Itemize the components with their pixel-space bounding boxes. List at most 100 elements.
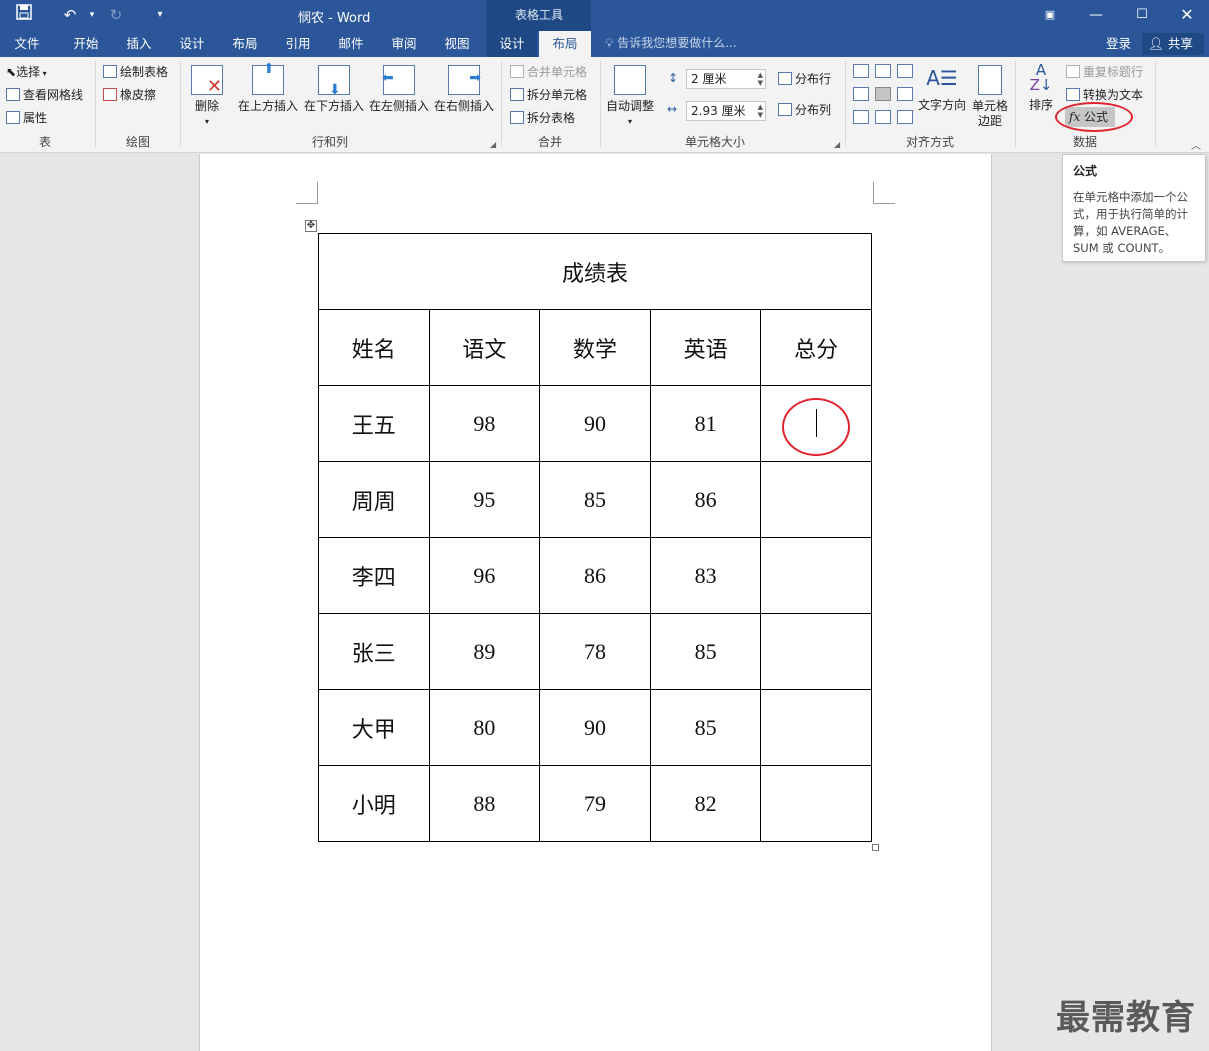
- header-cell[interactable]: 数学: [539, 309, 651, 386]
- total-cell[interactable]: [760, 613, 872, 690]
- align-center-icon[interactable]: [875, 87, 891, 101]
- score-cell[interactable]: 86: [539, 537, 651, 614]
- align-bottom-left-icon[interactable]: [853, 110, 869, 124]
- table-title[interactable]: 成绩表: [318, 233, 872, 310]
- align-top-left-icon[interactable]: [853, 64, 869, 78]
- draw-table-button[interactable]: 绘制表格: [103, 62, 168, 82]
- score-cell[interactable]: 95: [428, 461, 541, 538]
- sign-in-link[interactable]: 登录: [1106, 31, 1131, 56]
- undo-dropdown-icon[interactable]: ▾: [80, 4, 104, 26]
- header-cell[interactable]: 语文: [428, 309, 541, 386]
- redo-icon[interactable]: ↻: [104, 4, 128, 26]
- total-cell[interactable]: [760, 765, 872, 842]
- total-cell[interactable]: [760, 537, 872, 614]
- name-cell[interactable]: 张三: [318, 613, 430, 690]
- spinner-arrows-icon[interactable]: ▲ ▼: [758, 71, 763, 87]
- split-cells-button[interactable]: 拆分单元格: [510, 85, 587, 105]
- ribbon-display-options-icon[interactable]: ▣: [1027, 0, 1073, 30]
- close-icon[interactable]: ✕: [1164, 0, 1209, 30]
- header-cell[interactable]: 总分: [760, 309, 872, 386]
- align-top-center-icon[interactable]: [875, 64, 891, 78]
- distribute-columns-button[interactable]: 分布列: [778, 100, 831, 120]
- group-label-rows-columns: 行和列: [311, 135, 348, 149]
- score-cell[interactable]: 86: [649, 461, 762, 538]
- insert-right-button[interactable]: ➡ 在右侧插入: [432, 65, 496, 114]
- tell-me-box[interactable]: 💡︎ 告诉我您想要做什么...: [605, 31, 737, 57]
- score-cell[interactable]: 81: [649, 385, 762, 462]
- rows-columns-launcher-icon[interactable]: ◢: [490, 140, 496, 149]
- align-center-right-icon[interactable]: [897, 87, 913, 101]
- score-cell[interactable]: 90: [539, 385, 651, 462]
- name-cell[interactable]: 小明: [318, 765, 430, 842]
- header-cell[interactable]: 英语: [649, 309, 762, 386]
- minimize-icon[interactable]: —: [1073, 0, 1119, 30]
- view-gridlines-button[interactable]: 查看网格线: [6, 85, 83, 105]
- table-resize-handle-icon[interactable]: [872, 844, 879, 851]
- name-cell[interactable]: 李四: [318, 537, 430, 614]
- tab-insert[interactable]: 插入: [113, 31, 165, 57]
- column-width-input[interactable]: 2.93 厘米 ▲ ▼: [686, 101, 766, 121]
- table-move-handle-icon[interactable]: ✥: [305, 220, 317, 232]
- tab-view[interactable]: 视图: [431, 31, 483, 57]
- text-direction-button[interactable]: A☰ 文字方向: [917, 63, 967, 113]
- tab-mailings[interactable]: 邮件: [325, 31, 377, 57]
- save-icon[interactable]: [12, 4, 36, 26]
- name-cell[interactable]: 大甲: [318, 689, 430, 766]
- tab-references[interactable]: 引用: [272, 31, 324, 57]
- tab-table-design[interactable]: 设计: [487, 31, 537, 57]
- header-cell[interactable]: 姓名: [318, 309, 430, 386]
- repeat-header-rows-button[interactable]: 重复标题行: [1066, 62, 1143, 82]
- tab-design[interactable]: 设计: [166, 31, 218, 57]
- delete-button[interactable]: ✕ 删除 ▾: [186, 65, 228, 129]
- total-cell[interactable]: [760, 461, 872, 538]
- score-cell[interactable]: 98: [428, 385, 541, 462]
- row-height-input[interactable]: 2 厘米 ▲ ▼: [686, 69, 766, 89]
- align-center-left-icon[interactable]: [853, 87, 869, 101]
- score-cell[interactable]: 85: [649, 613, 762, 690]
- select-button[interactable]: ⬉选择 ▾: [6, 62, 47, 82]
- distribute-rows-button[interactable]: 分布行: [778, 69, 831, 89]
- insert-left-button[interactable]: ⬅ 在左侧插入: [367, 65, 431, 114]
- score-cell[interactable]: 89: [428, 613, 541, 690]
- align-bottom-center-icon[interactable]: [875, 110, 891, 124]
- cell-margins-button[interactable]: 单元格 边距: [968, 65, 1012, 129]
- score-cell[interactable]: 82: [649, 765, 762, 842]
- score-cell[interactable]: 83: [649, 537, 762, 614]
- total-cell[interactable]: [760, 689, 872, 766]
- tab-home[interactable]: 开始: [60, 31, 112, 57]
- formula-tooltip: 公式 在单元格中添加一个公式，用于执行简单的计算，如 AVERAGE、SUM 或…: [1062, 154, 1206, 262]
- score-cell[interactable]: 90: [539, 689, 651, 766]
- score-cell[interactable]: 80: [428, 689, 541, 766]
- insert-above-button[interactable]: ⬆ 在上方插入: [236, 62, 300, 114]
- tab-table-layout[interactable]: 布局: [539, 31, 591, 57]
- eraser-icon: [103, 88, 117, 101]
- cell-size-launcher-icon[interactable]: ◢: [834, 140, 840, 149]
- tab-file[interactable]: 文件: [0, 31, 54, 57]
- split-table-button[interactable]: 拆分表格: [510, 108, 575, 128]
- name-cell[interactable]: 王五: [318, 385, 430, 462]
- name-cell[interactable]: 周周: [318, 461, 430, 538]
- tab-layout[interactable]: 布局: [219, 31, 271, 57]
- insert-below-button[interactable]: ⬇ 在下方插入: [302, 65, 366, 114]
- spinner-arrows-icon[interactable]: ▲ ▼: [758, 103, 763, 119]
- score-cell[interactable]: 78: [539, 613, 651, 690]
- undo-icon[interactable]: ↶: [58, 4, 82, 26]
- score-cell[interactable]: 85: [539, 461, 651, 538]
- sort-button[interactable]: A Z↓ 排序: [1022, 63, 1060, 113]
- autofit-button[interactable]: 自动调整 ▾: [604, 65, 656, 129]
- share-button[interactable]: 👤︎ 共享: [1142, 33, 1204, 55]
- score-cell[interactable]: 88: [428, 765, 541, 842]
- merge-cells-button[interactable]: 合并单元格: [510, 62, 587, 82]
- align-bottom-right-icon[interactable]: [897, 110, 913, 124]
- collapse-ribbon-icon[interactable]: ︿: [1191, 137, 1201, 152]
- align-top-right-icon[interactable]: [897, 64, 913, 78]
- tab-review[interactable]: 审阅: [378, 31, 430, 57]
- score-cell[interactable]: 79: [539, 765, 651, 842]
- maximize-icon[interactable]: ☐: [1119, 0, 1165, 30]
- score-table[interactable]: 成绩表 姓名 语文 数学 英语 总分 王五 98 90 81 周周 95 85 …: [318, 233, 872, 842]
- customize-qat-icon[interactable]: ▾: [148, 4, 172, 26]
- score-cell[interactable]: 96: [428, 537, 541, 614]
- eraser-button[interactable]: 橡皮擦: [103, 85, 156, 105]
- score-cell[interactable]: 85: [649, 689, 762, 766]
- properties-button[interactable]: 属性: [6, 108, 47, 128]
